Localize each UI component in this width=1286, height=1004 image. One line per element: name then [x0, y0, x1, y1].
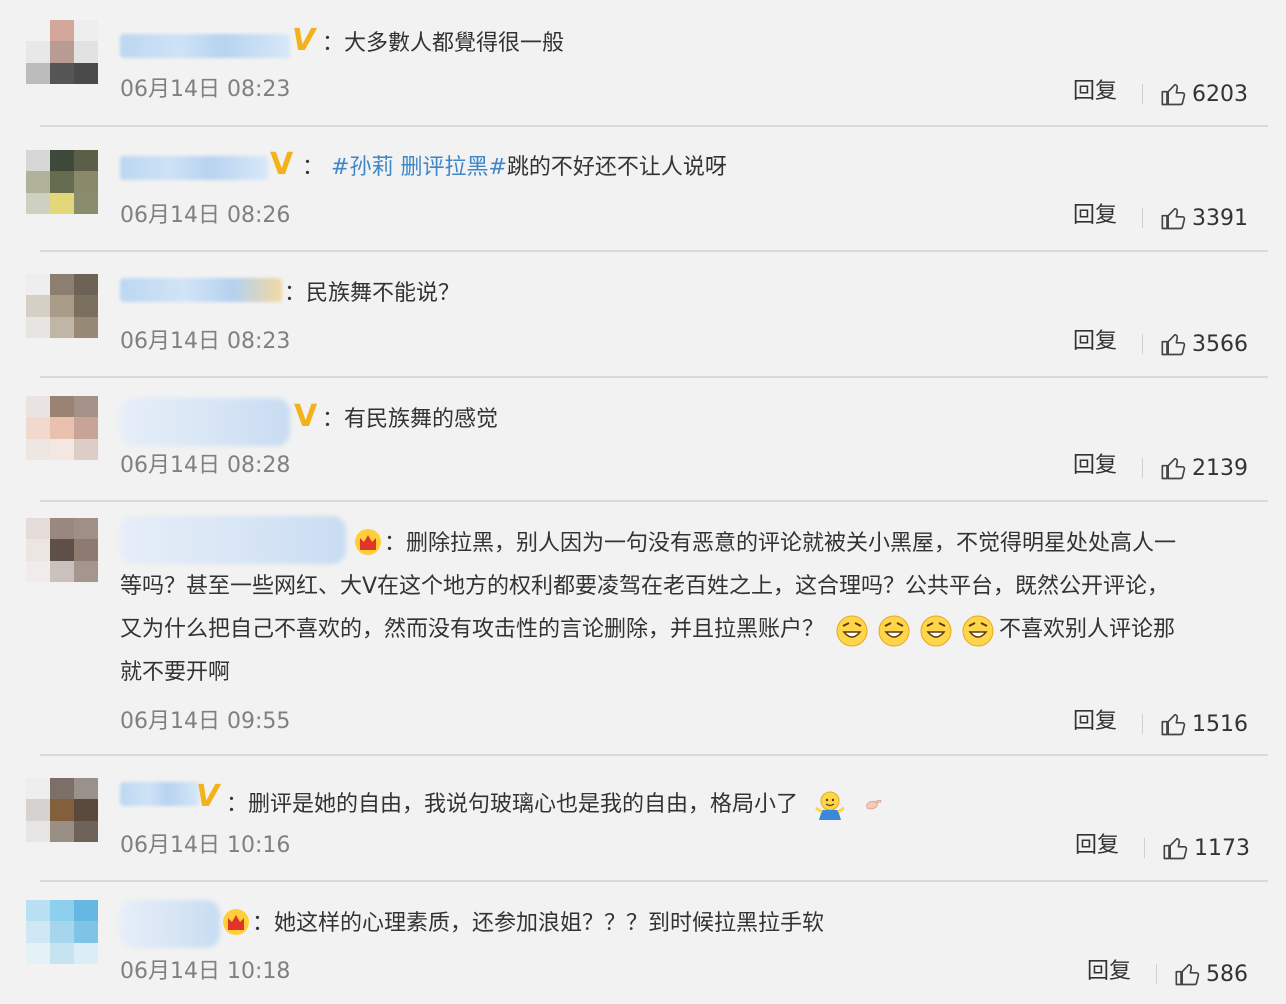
separator: [1142, 208, 1143, 228]
crown-icon: [223, 909, 249, 935]
comment-time: 06月14日 08:26: [120, 203, 291, 228]
thumbs-up-icon[interactable]: [1162, 834, 1190, 862]
like-count: 2139: [1192, 456, 1248, 481]
thumbs-up-icon[interactable]: [1160, 454, 1188, 482]
like-count: 3391: [1192, 206, 1248, 231]
thumbs-up-icon[interactable]: [1160, 330, 1188, 358]
separator: [1156, 964, 1157, 984]
comment-segment: 又为什么把自己不喜欢的，然而没有攻击性的言论删除，并且拉黑账户？: [120, 617, 825, 642]
thumbs-up-icon[interactable]: [1174, 960, 1202, 988]
comment-text: ：删评是她的自由，我说句玻璃心也是我的自由，格局小了: [226, 788, 890, 822]
comment-text: ：删除拉黑，别人因为一句没有恶意的评论就被关小黑屋，不觉得明星处处高人一 等吗？…: [120, 522, 1260, 694]
avatar[interactable]: [26, 778, 98, 842]
hashtag-link[interactable]: #孙莉 删评拉黑#: [331, 155, 507, 180]
hand-emoji-icon: [865, 799, 882, 810]
comment-line: 就不要开啊: [120, 660, 231, 685]
comment-item: ：删除拉黑，别人因为一句没有恶意的评论就被关小黑屋，不觉得明星处处高人一 等吗？…: [0, 502, 1286, 756]
comment-item: ：民族舞不能说？ 06月14日 08:23 回复 3566: [0, 252, 1286, 378]
separator: [1142, 714, 1143, 734]
avatar[interactable]: [26, 396, 98, 460]
v-badge-icon: V: [294, 399, 318, 434]
username[interactable]: [120, 398, 290, 446]
reply-button[interactable]: 回复: [1073, 329, 1117, 355]
comment-text: ：她这样的心理素质，还参加浪姐？？？到时候拉黑拉手软: [252, 911, 825, 936]
thumbs-up-icon[interactable]: [1160, 710, 1188, 738]
comment-list: V ：大多數人都覺得很一般 06月14日 08:23 回复 6203 V ： #…: [0, 0, 1286, 1004]
separator: [1142, 84, 1143, 104]
reply-button[interactable]: 回复: [1073, 709, 1117, 735]
username[interactable]: [120, 34, 290, 58]
avatar[interactable]: [26, 518, 98, 582]
shrug-emoji-icon: [815, 791, 845, 820]
like-count: 1173: [1194, 836, 1250, 861]
like-count: 3566: [1192, 332, 1248, 357]
comment-text: ：有民族舞的感觉: [322, 407, 499, 432]
comment-item: V ：大多數人都覺得很一般 06月14日 08:23 回复 6203: [0, 0, 1286, 127]
comment-time: 06月14日 08:23: [120, 329, 291, 354]
comment-text: ： #孙莉 删评拉黑#跳的不好还不让人说呀: [302, 156, 727, 180]
separator: [1142, 458, 1143, 478]
comment-time: 06月14日 08:23: [120, 77, 291, 102]
separator: [1142, 334, 1143, 354]
reply-button[interactable]: 回复: [1075, 833, 1119, 859]
v-badge-icon: V: [196, 779, 220, 814]
thumbs-up-icon[interactable]: [1160, 204, 1188, 232]
comment-line: 等吗？甚至一些网红、大V在这个地方的权利都要凌驾在老百姓之上，这合理吗？公共平台…: [120, 574, 1170, 599]
comment-text: ：大多數人都覺得很一般: [322, 31, 565, 56]
comment-time: 06月14日 10:16: [120, 833, 291, 858]
grin-emoji-icon: [836, 615, 868, 647]
reply-button[interactable]: 回复: [1073, 203, 1117, 229]
thumbs-up-icon[interactable]: [1160, 80, 1188, 108]
like-count: 6203: [1192, 82, 1248, 107]
username[interactable]: [120, 156, 268, 180]
v-badge-icon: V: [270, 147, 294, 182]
avatar[interactable]: [26, 150, 98, 214]
comment-item: V ：有民族舞的感觉 06月14日 08:28 回复 2139: [0, 378, 1286, 502]
username[interactable]: [120, 900, 220, 948]
comment-body: 跳的不好还不让人说呀: [506, 155, 727, 180]
reply-button[interactable]: 回复: [1087, 959, 1131, 985]
comment-line: 又为什么把自己不喜欢的，然而没有攻击性的言论删除，并且拉黑账户？ 不喜欢别人评论…: [120, 608, 1260, 651]
separator: [1144, 838, 1145, 858]
comment-item: V ： #孙莉 删评拉黑#跳的不好还不让人说呀 06月14日 08:26 回复 …: [0, 126, 1286, 252]
reply-button[interactable]: 回复: [1073, 79, 1117, 105]
reply-button[interactable]: 回复: [1073, 453, 1117, 479]
comment-time: 06月14日 09:55: [120, 709, 291, 734]
v-badge-icon: V: [292, 23, 316, 58]
comment-time: 06月14日 08:28: [120, 453, 291, 478]
avatar[interactable]: [26, 900, 98, 964]
comment-time: 06月14日 10:18: [120, 959, 291, 984]
username[interactable]: [120, 782, 200, 806]
comment-body: ：删评是她的自由，我说句玻璃心也是我的自由，格局小了: [226, 792, 799, 817]
like-count: 1516: [1192, 712, 1248, 737]
comment-line: ：删除拉黑，别人因为一句没有恶意的评论就被关小黑屋，不觉得明星处处高人一: [384, 531, 1177, 556]
username[interactable]: [120, 278, 282, 302]
avatar[interactable]: [26, 274, 98, 338]
grin-emoji-icon: [962, 615, 994, 647]
avatar[interactable]: [26, 20, 98, 84]
like-count: 586: [1206, 962, 1248, 987]
colon: ：: [302, 155, 325, 180]
comment-item: V ：删评是她的自由，我说句玻璃心也是我的自由，格局小了 06月14日 10:1…: [0, 756, 1286, 882]
grin-emoji-icon: [920, 615, 952, 647]
grin-emoji-icon: [878, 615, 910, 647]
comment-text: ：民族舞不能说？: [284, 281, 461, 306]
comment-item: ：她这样的心理素质，还参加浪姐？？？到时候拉黑拉手软 06月14日 10:18 …: [0, 882, 1286, 1004]
comment-segment: 不喜欢别人评论那: [999, 617, 1176, 642]
